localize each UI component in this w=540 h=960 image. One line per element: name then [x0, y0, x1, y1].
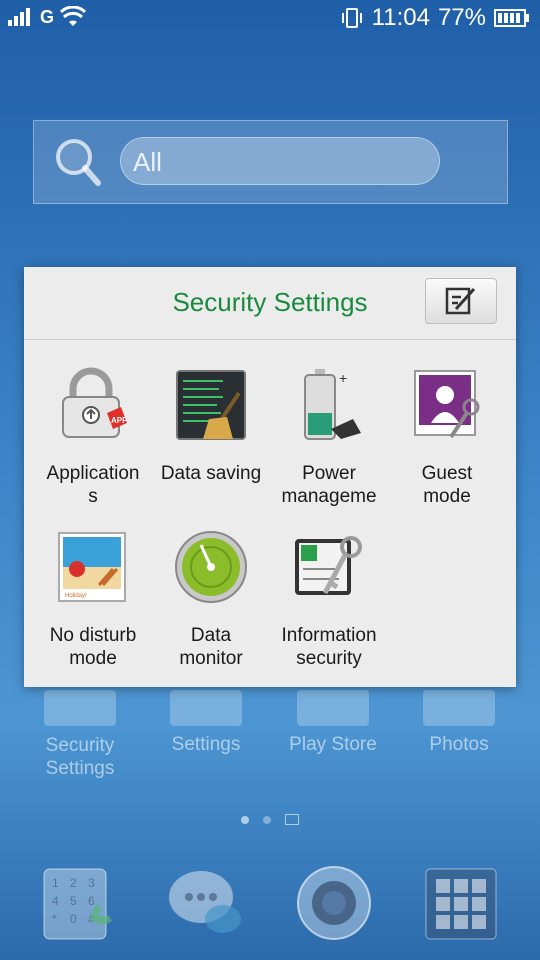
clock: 11:04: [371, 4, 430, 31]
app-label: Guest mode: [421, 463, 473, 507]
battery-icon: [494, 9, 529, 27]
svg-text:*: *: [52, 912, 57, 926]
dock: 123 456 *0#: [0, 855, 540, 955]
app-drawer-icon[interactable]: [422, 863, 502, 943]
svg-text:0: 0: [70, 912, 77, 926]
folder-header: Security Settings: [24, 267, 516, 340]
svg-text:1: 1: [52, 876, 59, 890]
app-guest-mode[interactable]: Guest mode: [388, 367, 506, 508]
key-card-icon: [295, 536, 362, 595]
edit-folder-button[interactable]: [425, 278, 497, 324]
page-dot: [263, 815, 271, 824]
page-dot: [241, 815, 249, 824]
app-label: No disturb mode: [49, 625, 137, 669]
page-indicator: [0, 814, 540, 825]
svg-text:5: 5: [70, 894, 77, 908]
svg-text:3: 3: [88, 876, 95, 890]
app-data-monitor[interactable]: Data monitor: [152, 529, 270, 670]
app-power-management[interactable]: + Power manageme: [270, 367, 388, 508]
messaging-icon[interactable]: [165, 863, 245, 943]
app-label: Information security: [281, 625, 377, 669]
search-widget[interactable]: All: [33, 120, 508, 204]
search-input[interactable]: All: [120, 137, 440, 185]
app-label: Power manageme: [281, 463, 377, 507]
home-item-photos[interactable]: Photos: [399, 690, 519, 756]
phone-icon[interactable]: 123 456 *0#: [40, 863, 120, 943]
app-data-saving[interactable]: Data saving: [152, 367, 270, 485]
app-information-security[interactable]: Information security: [270, 529, 388, 670]
home-item-label: Security Settings: [45, 735, 115, 779]
home-item-label: Settings: [171, 734, 241, 755]
gallery-page-icon: [285, 814, 299, 825]
guest-mode-icon: [414, 370, 480, 439]
camera-icon[interactable]: [294, 863, 374, 943]
app-label: Application s: [46, 463, 140, 507]
edit-icon: [445, 287, 476, 315]
app-applications[interactable]: APP Application s: [34, 367, 152, 508]
signal-icon: [8, 8, 30, 26]
data-saving-icon: [176, 370, 246, 440]
home-item-label: Play Store: [289, 734, 377, 755]
home-item-label: Photos: [429, 734, 489, 755]
vibrate-icon: [341, 8, 362, 28]
gauge-icon: [175, 531, 247, 603]
home-item-security-settings[interactable]: Security Settings: [20, 690, 140, 780]
app-label: Data monitor: [179, 625, 243, 669]
security-settings-folder: Security Settings APP Application s Data…: [24, 267, 516, 687]
svg-text:Holiday!: Holiday!: [65, 593, 87, 599]
search-icon[interactable]: [52, 135, 106, 189]
battery-icon: +: [304, 369, 361, 440]
home-screen-row: Security Settings Settings Play Store Ph…: [0, 690, 540, 790]
home-item-settings[interactable]: Settings: [146, 690, 266, 756]
battery-percent: 77%: [437, 4, 486, 31]
network-type: G: [40, 6, 55, 27]
app-label: Data saving: [160, 463, 262, 484]
app-no-disturb-mode[interactable]: Holiday! No disturb mode: [34, 529, 152, 670]
svg-text:4: 4: [52, 894, 59, 908]
wifi-icon: [60, 6, 87, 26]
status-bar: G 11:04 77%: [0, 0, 540, 38]
svg-text:+: +: [339, 370, 347, 386]
no-disturb-icon: Holiday!: [58, 532, 126, 602]
lock-app-icon: APP: [62, 367, 128, 438]
svg-text:2: 2: [70, 876, 77, 890]
svg-text:6: 6: [88, 894, 95, 908]
svg-text:APP: APP: [111, 416, 128, 425]
home-item-play-store[interactable]: Play Store: [273, 690, 393, 756]
